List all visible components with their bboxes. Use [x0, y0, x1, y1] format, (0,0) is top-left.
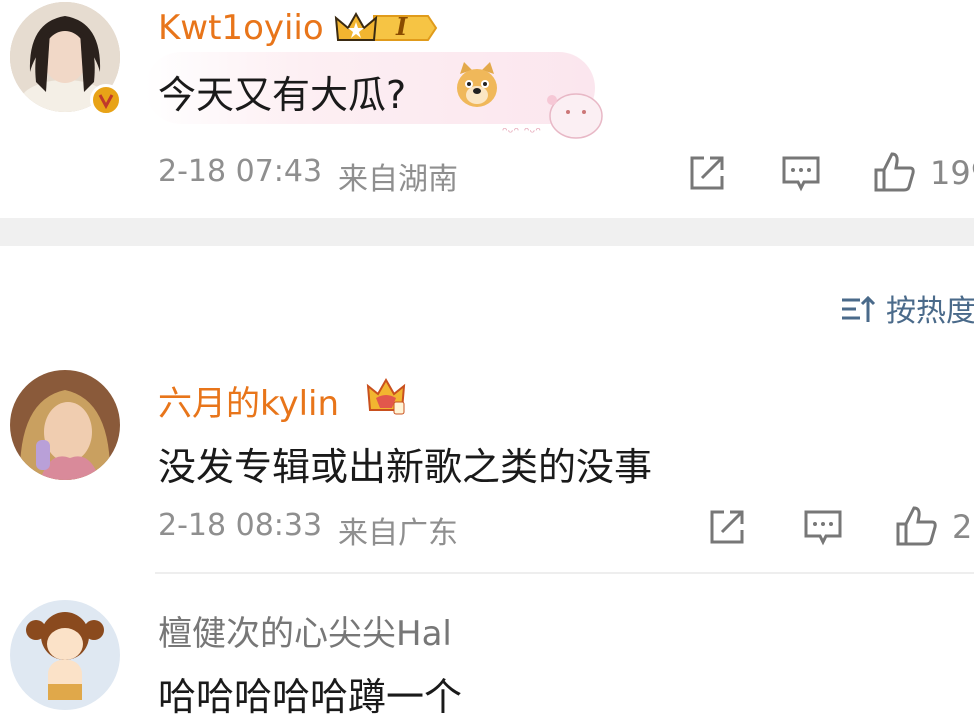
avatar[interactable]: [10, 600, 120, 710]
verified-v-icon: [90, 84, 122, 116]
username[interactable]: 檀健次的心尖尖Hal: [158, 606, 452, 655]
share-icon: [710, 510, 744, 544]
username[interactable]: 六月的kylin: [158, 376, 339, 425]
share-icon: [690, 156, 724, 190]
like-count: 199: [930, 154, 974, 192]
crown-badge-icon: I: [334, 10, 438, 46]
comment-item: 檀健次的心尖尖Hal 哈哈哈哈哈蹲一个: [0, 574, 974, 719]
sort-icon: [840, 294, 876, 332]
svg-text:ᵔᵕᵔ ᵔᵕᵔ: ᵔᵕᵔ ᵔᵕᵔ: [502, 125, 541, 141]
comment-time: 2-18 08:33: [158, 508, 323, 543]
share-button[interactable]: [686, 152, 728, 194]
comment-button[interactable]: [802, 506, 844, 548]
sort-toggle[interactable]: 按热度: [840, 286, 974, 332]
comment-icon: [782, 156, 820, 192]
comment-button[interactable]: [780, 152, 822, 194]
like-count: 2: [952, 508, 973, 546]
decorative-kitten-sticker: ᵔᵕᵔ ᵔᵕᵔ: [500, 82, 610, 142]
comment-icon: [804, 510, 842, 546]
comment-item: 六月的kylin 没发专辑或出新歌之类的没事 2-18 08:33 来自广东 2: [0, 360, 974, 572]
doge-emoji-icon: [452, 60, 502, 110]
comment-item: Kwt1oyiio I 今天又有大瓜? ᵔᵕᵔ ᵔᵕᵔ 2-18 07:43 来: [0, 0, 974, 218]
like-button[interactable]: [894, 504, 938, 548]
section-divider: [0, 218, 974, 246]
username[interactable]: Kwt1oyiio: [158, 8, 324, 48]
avatar[interactable]: [10, 370, 120, 480]
comment-text: 今天又有大瓜?: [158, 73, 407, 117]
crown-badge-icon: [366, 376, 406, 416]
comment-location: 来自广东: [338, 516, 458, 551]
comment-text: 哈哈哈哈哈蹲一个: [158, 675, 463, 719]
share-button[interactable]: [706, 506, 748, 548]
sort-label: 按热度: [886, 294, 974, 329]
like-icon: [874, 152, 915, 192]
comment-text: 没发专辑或出新歌之类的没事: [158, 445, 653, 489]
comment-time: 2-18 07:43: [158, 154, 323, 189]
comment-location: 来自湖南: [338, 162, 458, 197]
like-icon: [896, 506, 937, 546]
level-badge-text: I: [396, 12, 408, 41]
like-button[interactable]: [872, 150, 916, 194]
